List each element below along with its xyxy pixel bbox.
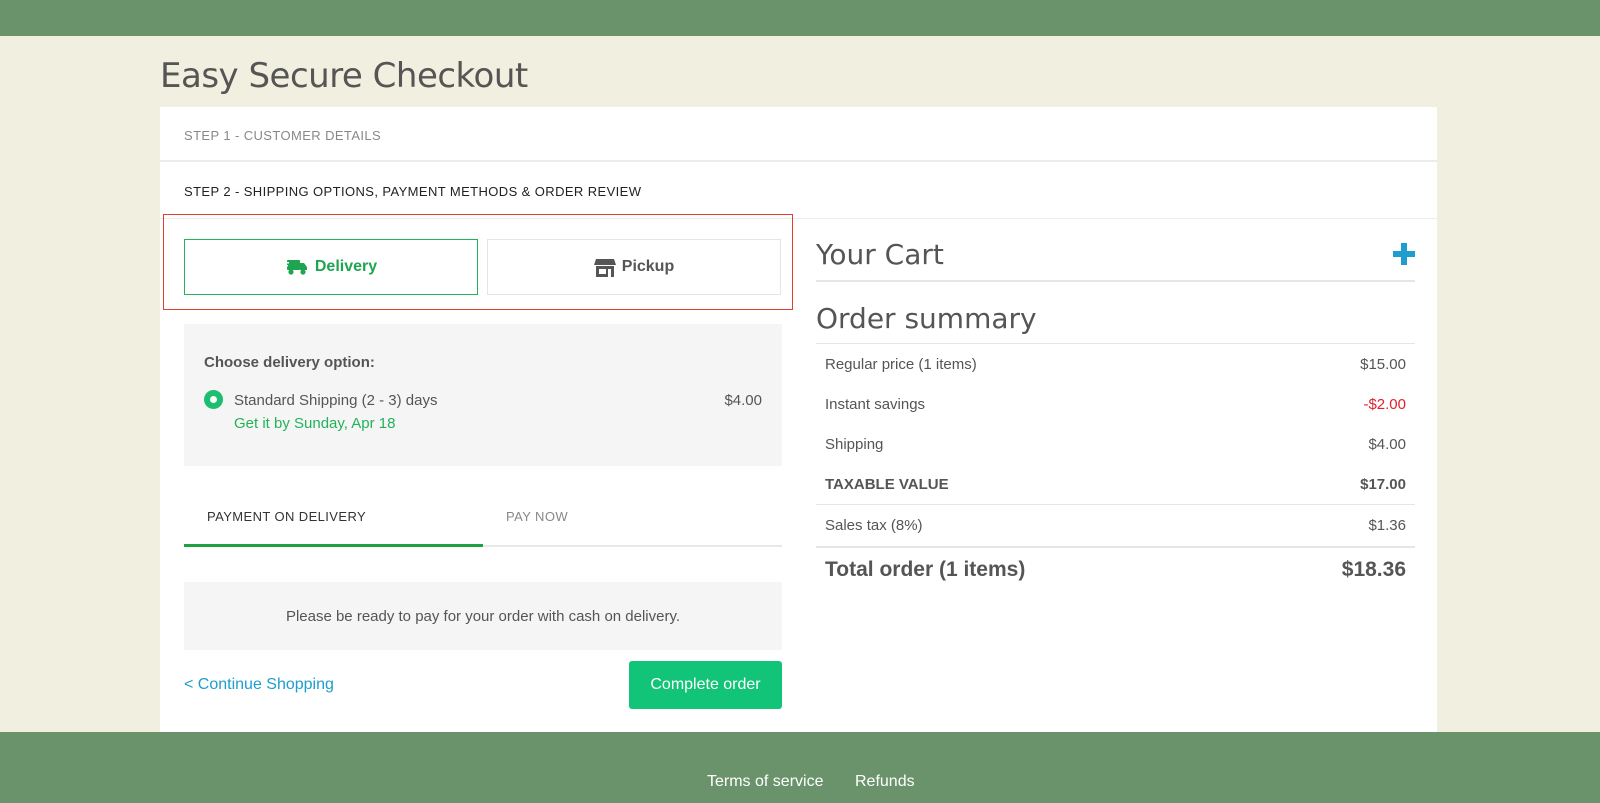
summary-label: Instant savings [825,395,926,413]
page-title: Easy Secure Checkout [160,56,528,96]
shipping-option-eta: Get it by Sunday, Apr 18 [234,415,396,432]
summary-row-taxable-value: TAXABLE VALUE $17.00 [816,464,1415,504]
delivery-method-label: Delivery [314,258,378,275]
cart-title: Your Cart [816,238,944,271]
step-1-label: STEP 1 - CUSTOMER DETAILS [184,128,382,143]
order-summary-title: Order summary [816,302,1037,335]
shipping-option-name[interactable]: Standard Shipping (2 - 3) days [234,392,437,409]
store-icon [593,258,616,277]
summary-value: -$2.00 [1363,395,1406,413]
summary-row-total: Total order (1 items) $18.36 [816,546,1415,592]
summary-row-instant-savings: Instant savings -$2.00 [816,384,1415,424]
payment-tabs: PAYMENT ON DELIVERY PAY NOW [184,490,782,547]
summary-row-shipping: Shipping $4.00 [816,424,1415,464]
summary-value: $15.00 [1360,355,1406,373]
footer-link-terms[interactable]: Terms of service [707,773,823,791]
summary-label: Regular price (1 items) [825,355,977,373]
step-2-label: STEP 2 - SHIPPING OPTIONS, PAYMENT METHO… [184,184,642,199]
truck-icon [284,258,309,276]
footer-link-refunds[interactable]: Refunds [855,773,915,791]
active-tab-indicator [184,544,483,547]
pickup-method-button[interactable]: Pickup [487,239,781,295]
delivery-options-box: Choose delivery option: Standard Shippin… [184,324,782,466]
top-bar [0,0,1600,36]
payment-note: Please be ready to pay for your order wi… [184,582,782,650]
summary-value: $17.00 [1360,475,1406,493]
tab-payment-on-delivery[interactable]: PAYMENT ON DELIVERY [207,509,366,524]
cart-divider [816,280,1415,282]
complete-order-button[interactable]: Complete order [629,661,782,709]
tab-pay-now[interactable]: PAY NOW [506,509,568,524]
plus-icon[interactable] [1393,243,1415,265]
order-summary-table: Regular price (1 items) $15.00 Instant s… [816,343,1415,592]
step-1-header[interactable]: STEP 1 - CUSTOMER DETAILS [160,107,1437,162]
summary-label: TAXABLE VALUE [825,475,949,493]
pickup-method-label: Pickup [621,258,675,275]
summary-label: Total order (1 items) [825,558,1026,581]
summary-value: $4.00 [1368,435,1406,453]
summary-row-sales-tax: Sales tax (8%) $1.36 [816,504,1415,546]
summary-row-regular-price: Regular price (1 items) $15.00 [816,344,1415,384]
delivery-method-button[interactable]: Delivery [184,239,478,295]
footer: Terms of service Refunds [0,732,1600,803]
continue-shopping-link[interactable]: < Continue Shopping [184,676,334,694]
summary-label: Sales tax (8%) [825,517,923,534]
shipping-option-price: $4.00 [724,392,762,409]
standard-shipping-radio[interactable] [204,390,223,409]
summary-value: $1.36 [1368,517,1406,534]
summary-value: $18.36 [1341,558,1406,581]
step-2-header: STEP 2 - SHIPPING OPTIONS, PAYMENT METHO… [160,164,1437,219]
delivery-options-heading: Choose delivery option: [204,354,375,371]
summary-label: Shipping [825,435,884,453]
